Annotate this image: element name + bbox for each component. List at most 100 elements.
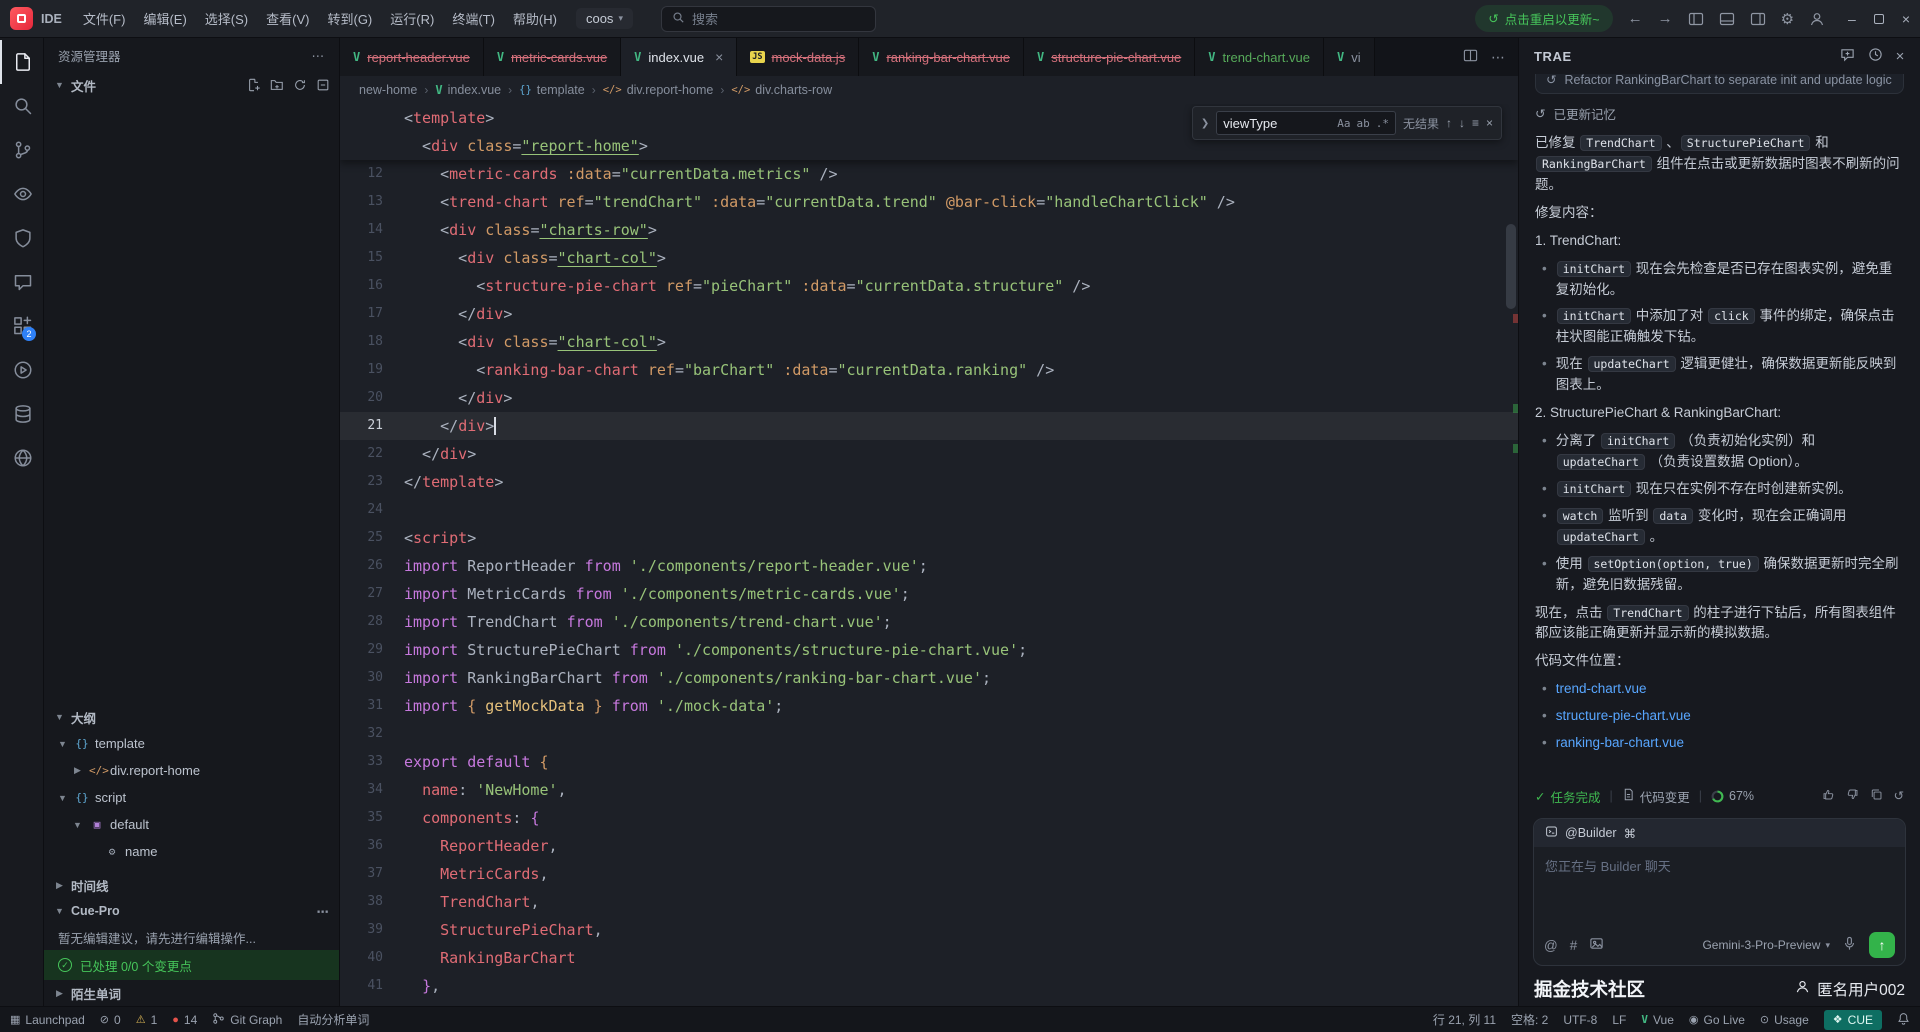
status-14[interactable]: ●14 (172, 1013, 197, 1027)
close-window-icon[interactable]: × (1902, 11, 1910, 27)
settings-gear-icon[interactable]: ⚙ (1781, 10, 1794, 28)
code-line-21[interactable]: 21 </div> (340, 412, 1518, 440)
files-empty-area[interactable] (44, 98, 339, 704)
maximize-icon[interactable] (1874, 14, 1884, 24)
collapse-all-icon[interactable] (316, 78, 330, 92)
image-attach-icon[interactable] (1589, 936, 1604, 954)
file-link[interactable]: structure-pie-chart.vue (1556, 706, 1691, 727)
tab-trend-chart.vue[interactable]: Vtrend-chart.vue (1195, 38, 1324, 76)
more-actions-icon[interactable]: ⋯ (1491, 49, 1505, 66)
preview-eye-icon[interactable] (0, 172, 43, 216)
match-case-icon[interactable]: Aa (1337, 117, 1350, 130)
code-line-31[interactable]: 31import { getMockData } from './mock-da… (340, 692, 1518, 720)
menu-item[interactable]: 转到(G) (318, 5, 381, 32)
section-strange-words[interactable]: ▶ 陌生单词 (44, 980, 339, 1006)
chevron-down-icon[interactable]: ▼ (56, 739, 69, 749)
model-selector[interactable]: Gemini-3-Pro-Preview ▾ (1702, 938, 1830, 952)
menu-item[interactable]: 选择(S) (196, 5, 257, 32)
file-link[interactable]: trend-chart.vue (1556, 679, 1647, 700)
code-line-41[interactable]: 41 }, (340, 972, 1518, 1000)
global-search-input[interactable]: 搜索 (661, 6, 876, 32)
scrollbar-thumb[interactable] (1506, 224, 1516, 309)
status-1[interactable]: ⚠1 (136, 1013, 158, 1027)
code-line-16[interactable]: 16 <structure-pie-chart ref="pieChart" :… (340, 272, 1518, 300)
chevron-down-icon[interactable]: ▼ (71, 820, 84, 830)
search-icon[interactable] (0, 84, 43, 128)
section-timeline[interactable]: ▶ 时间线 (44, 872, 339, 898)
breadcrumb-item[interactable]: Vindex.vue (435, 83, 501, 97)
toggle-right-panel-icon[interactable] (1750, 11, 1766, 27)
code-line-30[interactable]: 30import RankingBarChart from './compone… (340, 664, 1518, 692)
editor-scrollbar[interactable] (1504, 104, 1518, 1006)
breadcrumb-item[interactable]: </>div.report-home (603, 83, 714, 97)
outline-item-template[interactable]: ▼{}template (44, 730, 339, 757)
status-usage[interactable]: ⊙Usage (1760, 1013, 1809, 1027)
code-line-24[interactable]: 24 (340, 496, 1518, 524)
new-folder-icon[interactable] (270, 78, 284, 92)
minimize-icon[interactable]: – (1848, 11, 1856, 27)
close-panel-icon[interactable]: × (1896, 48, 1905, 65)
history-icon[interactable] (1868, 47, 1883, 66)
section-outline[interactable]: ▼ 大纲 (44, 704, 339, 730)
outline-item-components[interactable]: ⚙components (44, 865, 339, 872)
outline-item-default[interactable]: ▼▣default (44, 811, 339, 838)
mention-icon[interactable]: @ (1544, 938, 1558, 953)
code-line-26[interactable]: 26import ReportHeader from './components… (340, 552, 1518, 580)
code-line-37[interactable]: 37 MetricCards, (340, 860, 1518, 888)
code-line-23[interactable]: 23</template> (340, 468, 1518, 496)
code-line-32[interactable]: 32 (340, 720, 1518, 748)
more-actions-icon[interactable]: ⋯ (317, 904, 331, 919)
previous-task-pill[interactable]: ↺ Refactor RankingBarChart to separate i… (1535, 74, 1904, 94)
more-actions-icon[interactable]: ⋯ (312, 48, 326, 63)
outline-item-name[interactable]: ⚙name (44, 838, 339, 865)
status-cue[interactable]: ❖CUE (1824, 1010, 1882, 1030)
agent-chip[interactable]: @Builder ⌘ (1534, 819, 1905, 847)
chevron-down-icon[interactable]: ▼ (56, 793, 69, 803)
thumbs-down-icon[interactable] (1846, 788, 1859, 804)
find-in-selection-icon[interactable]: ≡ (1472, 116, 1479, 130)
status-行-21-列-11[interactable]: 行 21, 列 11 (1433, 1011, 1496, 1028)
close-tab-icon[interactable]: × (715, 49, 723, 65)
status-launchpad[interactable]: ▦Launchpad (10, 1013, 85, 1027)
topic-icon[interactable]: # (1570, 938, 1578, 953)
chat-textarea[interactable]: 您正在与 Builder 聊天 (1534, 847, 1905, 925)
status-vue[interactable]: VVue (1641, 1013, 1674, 1027)
copy-icon[interactable] (1870, 788, 1883, 804)
status-bell[interactable] (1897, 1012, 1910, 1028)
restart-update-pill[interactable]: ↺ 点击重启以更新~ (1475, 5, 1612, 32)
refresh-icon[interactable] (293, 78, 307, 92)
code-line-25[interactable]: 25<script> (340, 524, 1518, 552)
code-line-29[interactable]: 29import StructurePieChart from './compo… (340, 636, 1518, 664)
code-line-14[interactable]: 14 <div class="charts-row"> (340, 216, 1518, 244)
chat-icon[interactable] (0, 260, 43, 304)
tab-structure-pie-chart.vue[interactable]: Vstructure-pie-chart.vue (1024, 38, 1195, 76)
mic-icon[interactable] (1842, 936, 1857, 954)
project-switcher[interactable]: coos ▾ (576, 8, 633, 29)
code-line-27[interactable]: 27import MetricCards from './components/… (340, 580, 1518, 608)
code-line-15[interactable]: 15 <div class="chart-col"> (340, 244, 1518, 272)
code-line-18[interactable]: 18 <div class="chart-col"> (340, 328, 1518, 356)
outline-item-div.report-home[interactable]: ▶</>div.report-home (44, 757, 339, 784)
breadcrumb-item[interactable]: new-home (359, 83, 417, 97)
thumbs-up-icon[interactable] (1822, 788, 1835, 804)
tab-index.vue[interactable]: Vindex.vue× (621, 38, 737, 76)
toggle-panel-icon[interactable] (1719, 11, 1735, 27)
code-line-19[interactable]: 19 <ranking-bar-chart ref="barChart" :da… (340, 356, 1518, 384)
chevron-right-icon[interactable]: ▶ (71, 765, 84, 776)
find-input[interactable] (1223, 116, 1331, 131)
section-files[interactable]: ▼ 文件 (44, 72, 339, 98)
split-editor-icon[interactable] (1463, 48, 1478, 66)
find-next-icon[interactable]: ↓ (1459, 116, 1465, 130)
code-line-40[interactable]: 40 RankingBarChart (340, 944, 1518, 972)
run-circle-icon[interactable] (0, 348, 43, 392)
code-line-33[interactable]: 33export default { (340, 748, 1518, 776)
account-icon[interactable] (1809, 11, 1825, 27)
breadcrumb-item[interactable]: </>div.charts-row (731, 83, 832, 97)
code-area[interactable]: ❯ Aa ab .* 无结果 ↑ ↓ ≡ × <template> <div c… (340, 104, 1518, 1006)
whole-word-icon[interactable]: ab (1356, 117, 1369, 130)
code-changes-link[interactable]: 代码变更 (1622, 787, 1690, 806)
menu-item[interactable]: 编辑(E) (134, 5, 195, 32)
status-git-graph[interactable]: Git Graph (212, 1012, 282, 1028)
remote-globe-icon[interactable] (0, 436, 43, 480)
code-line-28[interactable]: 28import TrendChart from './components/t… (340, 608, 1518, 636)
